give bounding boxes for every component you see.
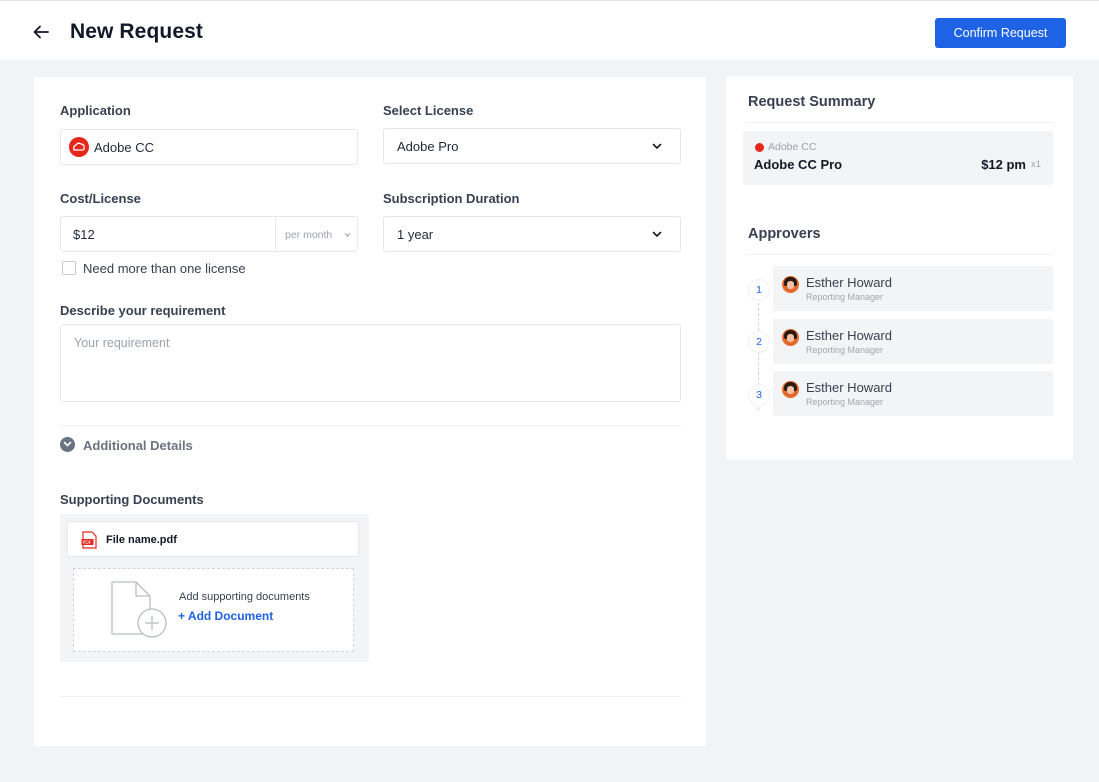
license-value: Adobe Pro [397,139,459,154]
cost-unit-select[interactable]: per month [285,229,332,241]
application-label: Application [60,103,131,118]
approver-item: Esther Howard Reporting Manager [773,371,1053,416]
avatar [782,329,799,346]
request-form-card: Application Adobe CC Select License Adob… [34,77,706,746]
svg-text:PDF: PDF [83,540,92,546]
summary-app-name: Adobe CC [768,141,817,153]
cost-label: Cost/License [60,191,141,206]
avatar [782,276,799,293]
top-bar: New Request Confirm Request [0,0,1099,60]
approver-item: Esther Howard Reporting Manager [773,319,1053,364]
approver-name: Esther Howard [806,380,892,395]
approvers-title: Approvers [748,226,821,242]
documents-label: Supporting Documents [60,492,204,507]
approver-step-number: 3 [748,384,770,406]
duration-label: Subscription Duration [383,191,520,206]
application-value: Adobe CC [94,140,154,155]
application-field[interactable]: Adobe CC [60,129,358,165]
confirm-request-button[interactable]: Confirm Request [935,18,1066,48]
divider [60,696,681,697]
add-document-icon [111,581,167,638]
file-name: File name.pdf [106,534,177,546]
approver-role: Reporting Manager [806,292,884,302]
multi-license-label: Need more than one license [83,261,246,276]
summary-item: Adobe CC Adobe CC Pro $12 pm x1 [743,131,1053,185]
approver-step-number: 1 [748,279,770,301]
cost-field[interactable]: $12 per month [60,216,358,252]
chevron-down-icon [344,233,351,237]
duration-select[interactable]: 1 year [383,216,681,252]
adobe-cc-icon [755,143,764,152]
chevron-down-icon [652,143,662,150]
approver-role: Reporting Manager [806,397,884,407]
approver-name: Esther Howard [806,328,892,343]
additional-details-toggle[interactable]: Additional Details [83,438,193,453]
adobe-cc-icon [69,137,89,157]
summary-title: Request Summary [748,94,876,110]
chevron-down-icon [652,231,662,238]
cost-value: $12 [73,227,95,242]
documents-panel: PDF File name.pdf Add supporting documen… [60,514,369,662]
approver-step-number: 2 [748,331,770,353]
divider [746,254,1053,255]
drop-zone-text: Add supporting documents [179,591,310,603]
license-select[interactable]: Adobe Pro [383,128,681,164]
summary-license-name: Adobe CC Pro [754,157,843,172]
page-title: New Request [70,20,203,43]
divider [746,122,1053,123]
license-label: Select License [383,103,474,118]
back-arrow-icon[interactable] [30,21,52,43]
avatar [782,381,799,398]
document-drop-zone[interactable]: Add supporting documents + Add Document [73,568,354,652]
requirement-textarea[interactable]: Your requirement [60,324,681,402]
requirement-placeholder: Your requirement [74,336,170,350]
duration-value: 1 year [397,227,434,242]
requirement-label: Describe your requirement [60,303,226,318]
chevron-down-circle-icon[interactable] [60,437,75,452]
approver-item: Esther Howard Reporting Manager [773,266,1053,311]
divider [60,425,681,426]
approver-role: Reporting Manager [806,345,884,355]
summary-price: $12 pm [981,157,1026,172]
unit-separator [275,217,276,251]
file-item[interactable]: PDF File name.pdf [67,521,359,557]
multi-license-checkbox[interactable] [62,261,76,275]
add-document-link[interactable]: + Add Document [178,609,273,623]
approver-name: Esther Howard [806,275,892,290]
summary-panel: Request Summary Adobe CC Adobe CC Pro $1… [726,76,1073,460]
summary-quantity: x1 [1030,159,1041,170]
pdf-file-icon: PDF [81,531,97,549]
